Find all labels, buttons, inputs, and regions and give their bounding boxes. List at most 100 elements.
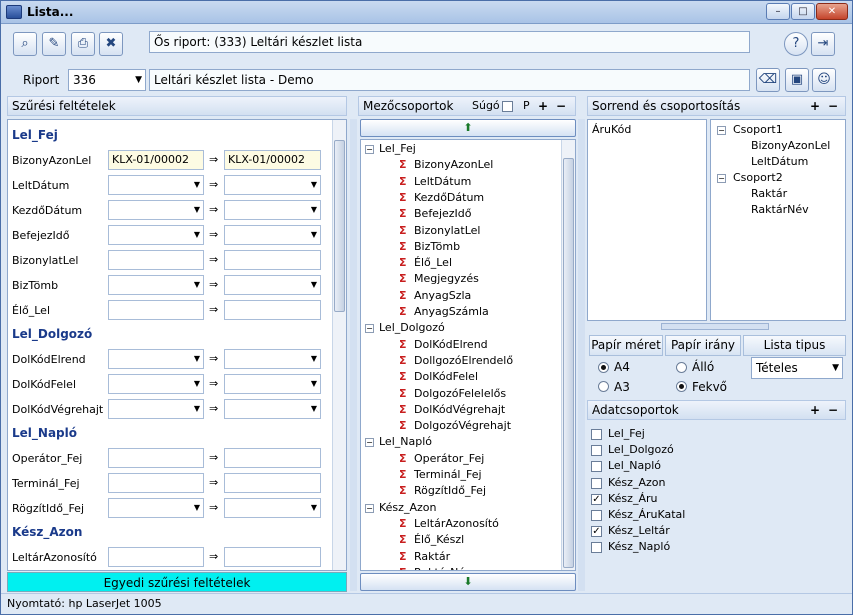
collapse-icon[interactable]: − (365, 503, 374, 513)
filter-to-input[interactable]: ▼ (224, 374, 321, 394)
tree-scroll-thumb[interactable] (563, 158, 574, 568)
filter-to-input[interactable] (224, 473, 321, 493)
tree-field[interactable]: BefejezIdő (414, 207, 472, 220)
scroll-thumb[interactable] (334, 140, 345, 312)
left-splitter[interactable] (350, 119, 357, 591)
tree-group[interactable]: Kész_Azon (379, 501, 436, 514)
plus-icon[interactable]: + (810, 97, 820, 115)
filter-to-input[interactable]: ▼ (224, 200, 321, 220)
tree-field[interactable]: Élő_Lel (414, 256, 452, 269)
collapse-icon[interactable]: − (365, 438, 374, 448)
scroll-down-button[interactable]: ⬇ (360, 573, 576, 591)
tree-field[interactable]: LeltDátum (414, 175, 471, 188)
datagroup-checkbox[interactable] (591, 510, 602, 521)
filter-from-input[interactable] (108, 473, 204, 493)
datagroup-checkbox[interactable] (591, 477, 602, 489)
filter-to-input[interactable] (224, 547, 321, 567)
radio-allo[interactable] (676, 362, 687, 373)
group-field[interactable]: RaktárNév (751, 203, 809, 216)
tree-field[interactable]: BizTömb (414, 240, 460, 253)
users-icon[interactable]: ☺ (812, 68, 836, 92)
collapse-icon[interactable]: − (717, 126, 726, 135)
tree-field[interactable]: LeltárAzonosító (414, 517, 499, 530)
tree-field[interactable]: Terminál_Fej (414, 468, 482, 481)
tree-field[interactable]: DolKódElrend (414, 338, 488, 351)
tree-group[interactable]: Lel_Dolgozó (379, 321, 445, 334)
filter-from-input[interactable] (108, 300, 204, 320)
exit-icon[interactable]: ⇥ (811, 32, 835, 56)
help-checkbox[interactable] (502, 101, 513, 112)
tree-field[interactable]: Megjegyzés (414, 272, 479, 285)
tree-field[interactable]: Élő_Készl (414, 533, 464, 546)
filter-to-input[interactable] (224, 300, 321, 320)
tree-field[interactable]: DollgozóElrendelő (414, 354, 513, 367)
group-node[interactable]: Csoport2 (733, 171, 783, 184)
filter-from-input[interactable]: ▼ (108, 399, 204, 419)
tree-group[interactable]: Lel_Fej (379, 142, 416, 155)
datagroup-checkbox[interactable] (591, 461, 602, 473)
minus-icon[interactable]: − (556, 97, 566, 115)
tree-field[interactable]: DolKódFelel (414, 370, 478, 383)
tree-field[interactable]: RaktárNév (414, 566, 472, 570)
filter-to-input[interactable]: ▼ (224, 175, 321, 195)
filter-to-input[interactable]: ▼ (224, 498, 321, 518)
datagroup-checkbox[interactable] (591, 542, 602, 554)
filters-scrollbar[interactable] (332, 120, 346, 570)
filter-to-input[interactable]: KLX-01/00002 (224, 150, 321, 170)
minimize-button[interactable]: – (766, 3, 790, 20)
list-type-select[interactable]: Tételes ▼ (751, 357, 843, 379)
group-field[interactable]: BizonyAzonLel (751, 139, 830, 152)
filter-to-input[interactable]: ▼ (224, 399, 321, 419)
group-field[interactable]: LeltDátum (751, 155, 808, 168)
order-item[interactable]: ÁruKód (592, 123, 631, 136)
group-node[interactable]: Csoport1 (733, 123, 783, 136)
plus-icon[interactable]: + (538, 97, 548, 115)
right-splitter[interactable] (578, 119, 585, 591)
tree-field[interactable]: DolgozóFelelelős (414, 387, 506, 400)
filter-from-input[interactable] (108, 448, 204, 468)
tree-field[interactable]: Raktár (414, 550, 450, 563)
filter-from-input[interactable]: ▼ (108, 349, 204, 369)
datagroup-checkbox[interactable]: ✓ (591, 526, 602, 538)
group-field[interactable]: Raktár (751, 187, 787, 200)
filter-from-input[interactable] (108, 250, 204, 270)
tree-field[interactable]: DolgozóVégrehajt (414, 419, 511, 432)
filter-to-input[interactable]: ▼ (224, 349, 321, 369)
close-button[interactable]: ✕ (816, 3, 848, 20)
collapse-icon[interactable]: − (365, 145, 374, 154)
minus-icon[interactable]: − (828, 97, 838, 115)
filter-to-input[interactable] (224, 448, 321, 468)
tree-field[interactable]: RögzítIdő_Fej (414, 484, 486, 497)
eraser-icon[interactable]: ⌫ (756, 68, 780, 92)
filter-from-input[interactable]: ▼ (108, 498, 204, 518)
print-icon[interactable]: ⎙ (71, 32, 95, 56)
tree-field[interactable]: BizonylatLel (414, 224, 480, 237)
collapse-icon[interactable]: − (365, 324, 374, 334)
filter-from-input[interactable]: ▼ (108, 275, 204, 295)
tree-field[interactable]: KezdőDátum (414, 191, 484, 204)
scroll-up-button[interactable]: ⬆ (360, 119, 576, 137)
datagroup-checkbox[interactable] (591, 429, 602, 440)
tree-field[interactable]: AnyagSzámla (414, 305, 489, 318)
datagroup-checkbox[interactable] (591, 445, 602, 457)
tree-field[interactable]: AnyagSzla (414, 289, 471, 302)
radio-fekvo[interactable] (676, 381, 687, 392)
cancel-icon[interactable]: ✖ (99, 32, 123, 56)
filter-from-input[interactable]: ▼ (108, 374, 204, 394)
custom-filters-bar[interactable]: Egyedi szűrési feltételek (7, 572, 347, 592)
tree-scrollbar[interactable] (561, 140, 575, 570)
filter-from-input[interactable]: ▼ (108, 200, 204, 220)
help-icon[interactable]: ? (784, 32, 808, 56)
filter-to-input[interactable]: ▼ (224, 225, 321, 245)
filter-from-input[interactable]: ▼ (108, 225, 204, 245)
filter-from-input[interactable]: ▼ (108, 175, 204, 195)
riport-name-field[interactable]: Leltári készlet lista - Demo (149, 69, 750, 91)
filter-from-input[interactable] (108, 547, 204, 567)
datagroup-checkbox[interactable]: ✓ (591, 493, 602, 505)
filter-to-input[interactable] (224, 250, 321, 270)
save-icon[interactable]: ▣ (785, 68, 809, 92)
tree-field[interactable]: DolKódVégrehajt (414, 403, 505, 416)
maximize-button[interactable]: □ (791, 3, 815, 20)
tree-field[interactable]: Operátor_Fej (414, 452, 484, 465)
tree-group[interactable]: Lel_Napló (379, 435, 432, 448)
